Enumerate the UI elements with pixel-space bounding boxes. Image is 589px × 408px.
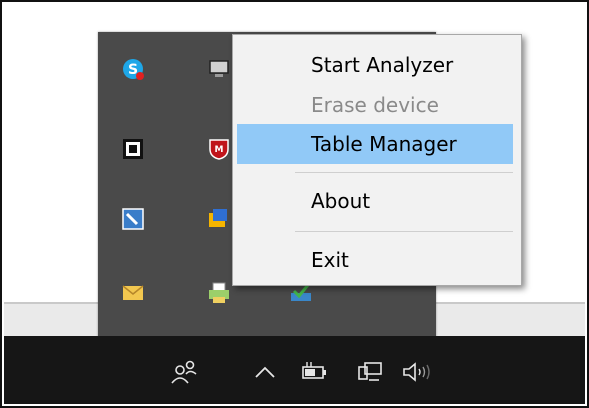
skype-icon[interactable]: S bbox=[120, 56, 146, 82]
mcafee-icon[interactable]: M bbox=[206, 136, 232, 162]
menu-item-table-manager[interactable]: Table Manager bbox=[237, 124, 513, 164]
battery-icon[interactable] bbox=[299, 336, 331, 406]
folder-sync-icon[interactable] bbox=[206, 206, 232, 232]
network-icon[interactable] bbox=[354, 336, 386, 406]
mail-icon[interactable] bbox=[120, 280, 146, 306]
people-icon[interactable] bbox=[166, 336, 202, 406]
menu-item-label: Table Manager bbox=[311, 132, 457, 156]
menu-separator bbox=[295, 231, 513, 232]
menu-item-start-analyzer[interactable]: Start Analyzer bbox=[237, 45, 513, 85]
taskbar bbox=[4, 336, 585, 404]
tray-context-menu: Start Analyzer Erase device Table Manage… bbox=[232, 34, 522, 286]
menu-separator bbox=[295, 172, 513, 173]
menu-item-exit[interactable]: Exit bbox=[237, 240, 513, 280]
chip-icon[interactable] bbox=[120, 136, 146, 162]
menu-item-label: About bbox=[311, 189, 371, 213]
menu-item-about[interactable]: About bbox=[237, 181, 513, 221]
menu-item-label: Erase device bbox=[311, 93, 439, 117]
menu-item-label: Exit bbox=[311, 248, 349, 272]
network-monitor-icon[interactable] bbox=[206, 56, 232, 82]
tool-icon[interactable] bbox=[120, 206, 146, 232]
volume-icon[interactable] bbox=[400, 336, 436, 406]
printer-icon[interactable] bbox=[206, 280, 232, 306]
show-hidden-icons-chevron[interactable] bbox=[250, 336, 280, 406]
svg-text:M: M bbox=[215, 145, 224, 155]
menu-item-erase-device: Erase device bbox=[237, 85, 513, 125]
screenshot-frame: S M Start Analyzer Erase device Table Ma… bbox=[0, 0, 589, 408]
menu-item-label: Start Analyzer bbox=[311, 53, 454, 77]
